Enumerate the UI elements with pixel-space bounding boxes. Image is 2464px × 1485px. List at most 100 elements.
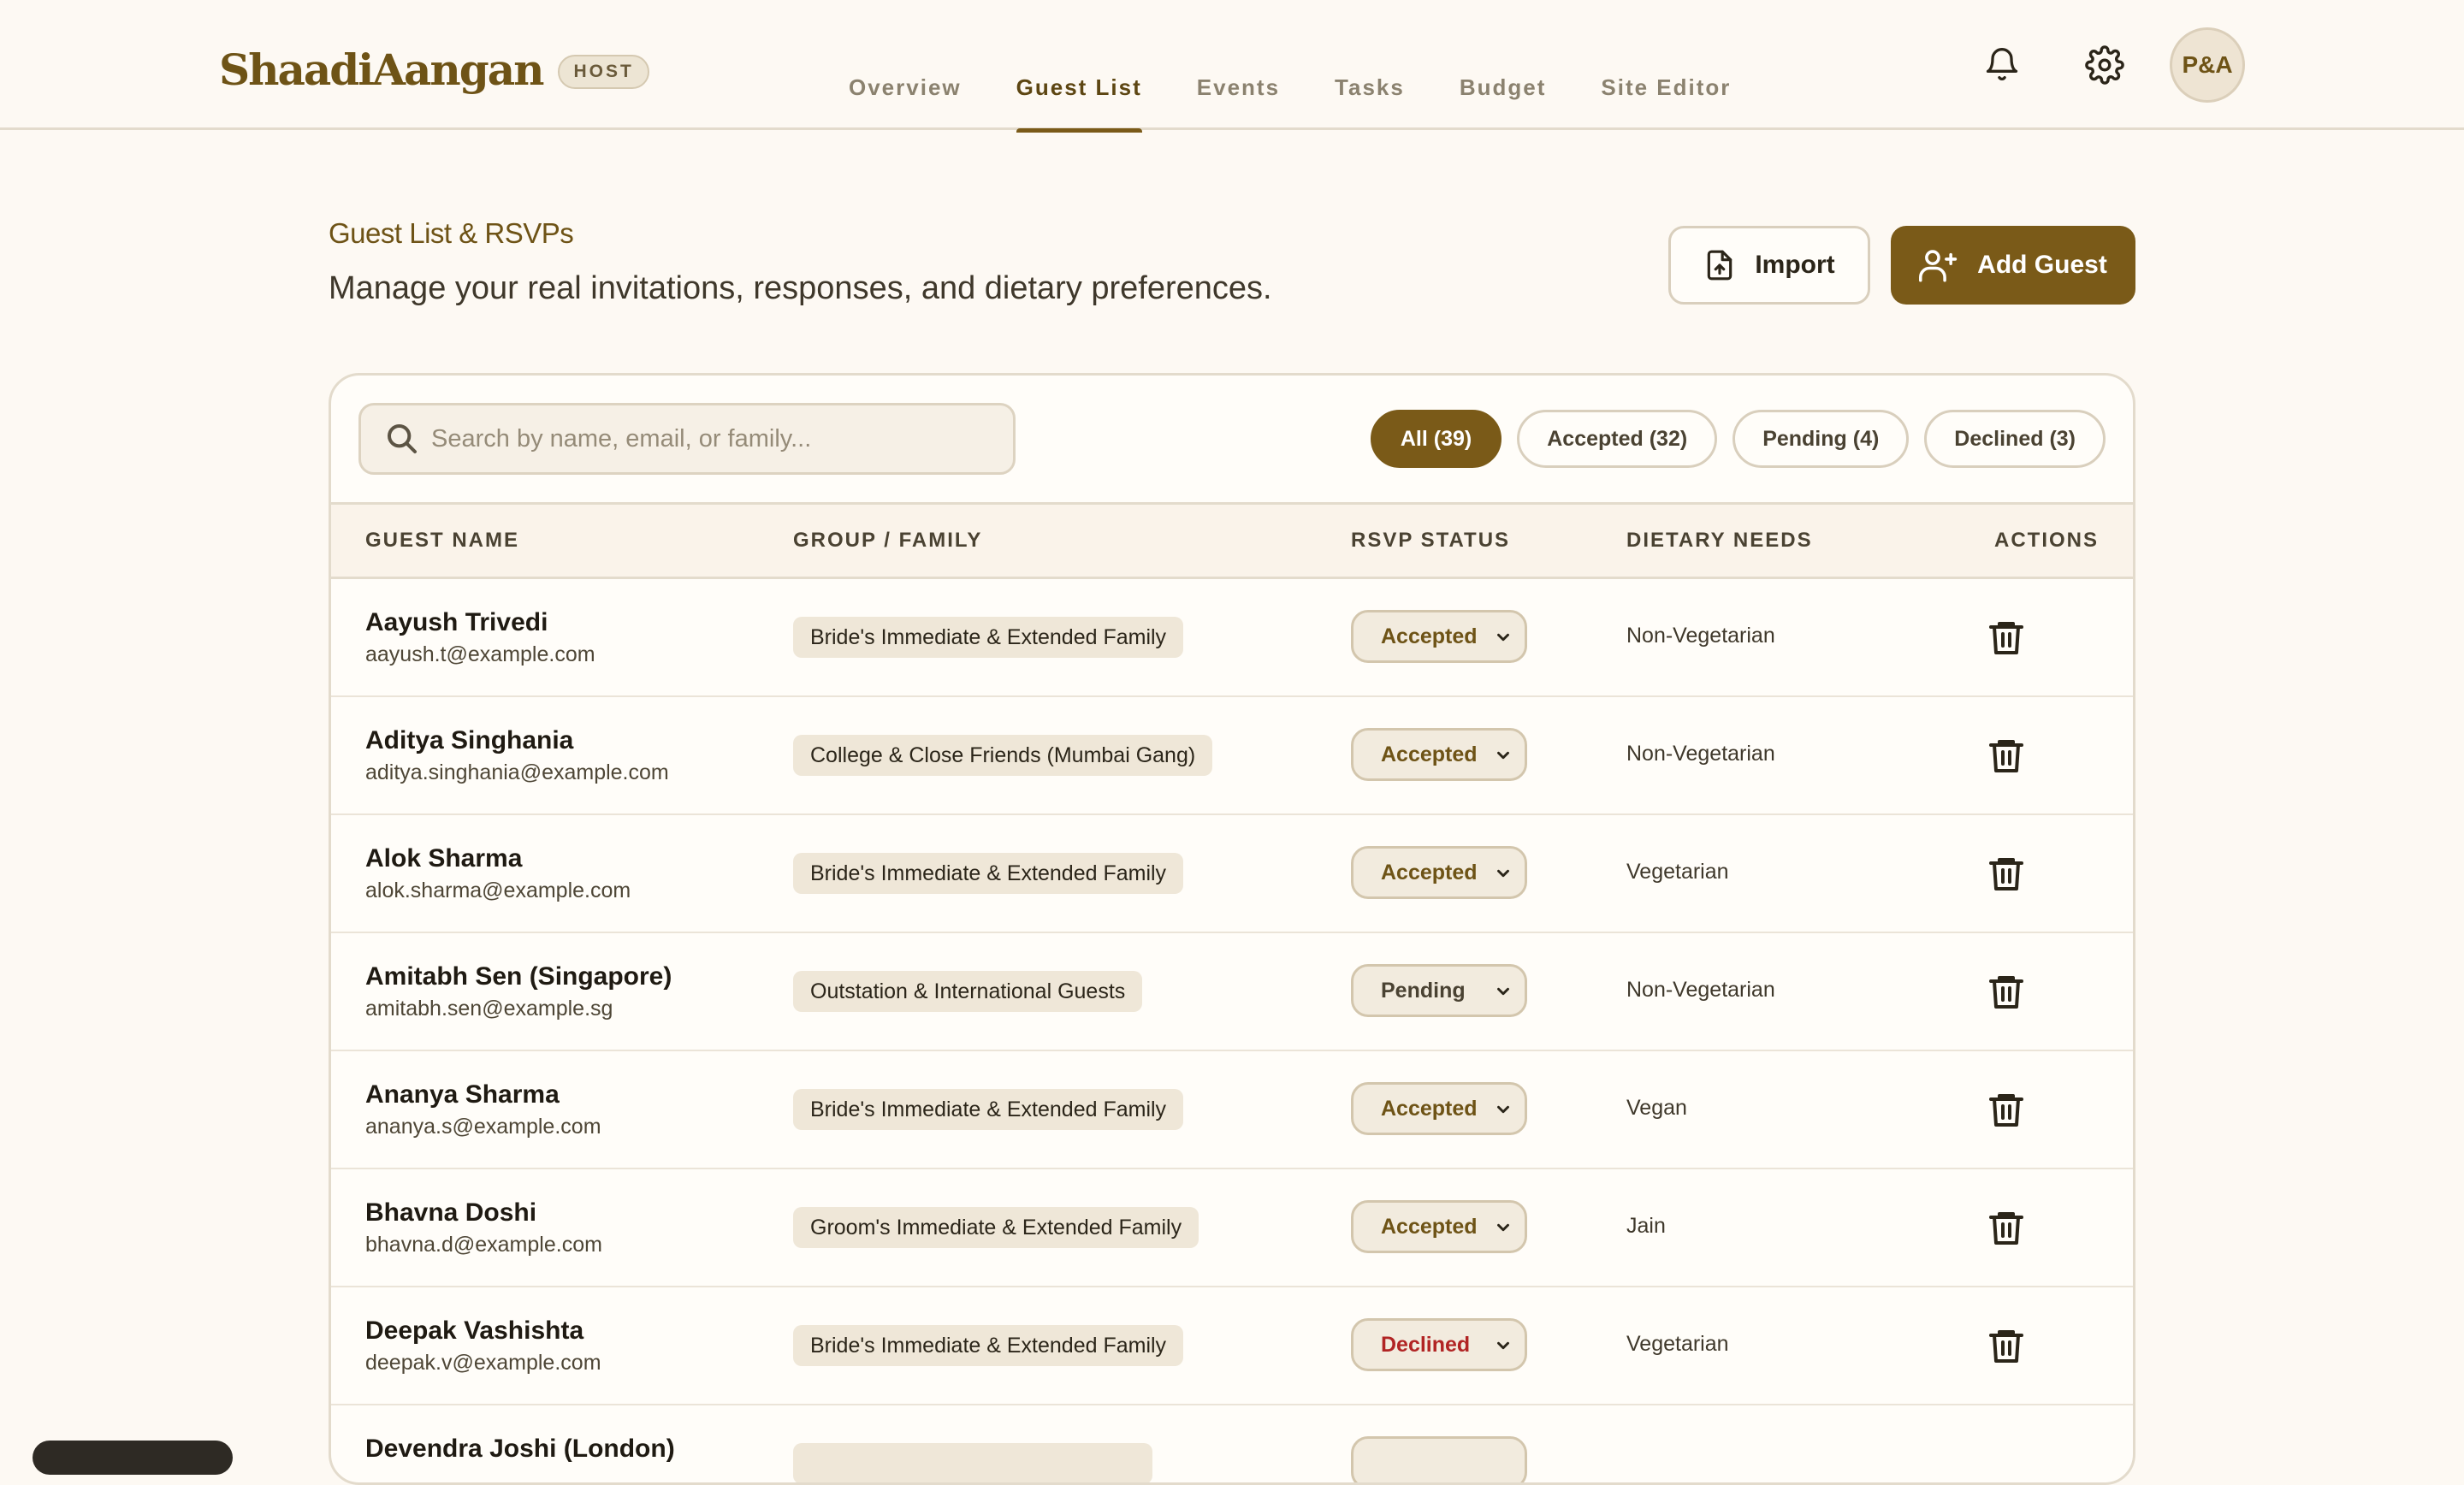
page-subtitle: Manage your real invitations, responses,… [329, 270, 1272, 306]
guest-email: bhavna.d@example.com [365, 1233, 602, 1257]
dietary-needs: Non-Vegetarian [1626, 978, 1775, 1002]
header-actions: P&A [1937, 27, 2245, 103]
guest-name: Aditya Singhania [365, 726, 574, 754]
column-actions: ACTIONS [1994, 529, 2099, 552]
rsvp-select[interactable]: Accepted [1351, 1082, 1527, 1135]
group-tag: Bride's Immediate & Extended Family [793, 1089, 1184, 1130]
group-tag [793, 1443, 1152, 1482]
column-rsvp-status[interactable]: RSVP STATUS [1351, 505, 1510, 577]
delete-guest-button[interactable] [1986, 1089, 2027, 1130]
search-icon [388, 424, 417, 453]
rsvp-select[interactable]: Accepted [1351, 846, 1527, 899]
guest-name: Alok Sharma [365, 844, 523, 873]
delete-guest-button[interactable] [1986, 1207, 2027, 1248]
trash-icon [1989, 1094, 2023, 1127]
table-row: Ananya Sharma ananya.s@example.com Bride… [331, 1051, 2133, 1169]
delete-guest-button[interactable] [1986, 735, 2027, 776]
trash-icon [1989, 858, 2023, 890]
guest-name: Deepak Vashishta [365, 1316, 584, 1345]
group-tag: Bride's Immediate & Extended Family [793, 1325, 1184, 1366]
rsvp-select-value: Accepted [1381, 1214, 1478, 1239]
guest-list-card: All (39) Accepted (32) Pending (4) Decli… [329, 373, 2135, 1485]
guest-email: aayush.t@example.com [365, 642, 595, 666]
rsvp-select-value: Accepted [1381, 1096, 1478, 1121]
notifications-button[interactable] [1964, 27, 2040, 103]
add-guest-button-label: Add Guest [1977, 251, 2107, 279]
group-tag: Bride's Immediate & Extended Family [793, 617, 1184, 658]
brand-logo-text: ShaadiAangan [219, 44, 544, 95]
trash-icon [1989, 1212, 2023, 1245]
page-title: Guest List & RSVPs [329, 217, 574, 249]
tab-budget[interactable]: Budget [1432, 0, 1574, 130]
filter-pending[interactable]: Pending (4) [1732, 410, 1910, 468]
rsvp-select[interactable]: Accepted [1351, 1200, 1527, 1253]
dietary-needs: Vegetarian [1626, 1332, 1729, 1356]
guest-email: deepak.v@example.com [365, 1351, 601, 1375]
delete-guest-button[interactable] [1986, 853, 2027, 894]
tab-tasks[interactable]: Tasks [1307, 0, 1432, 130]
dietary-needs: Non-Vegetarian [1626, 742, 1775, 766]
guest-name: Ananya Sharma [365, 1080, 560, 1109]
guest-email: alok.sharma@example.com [365, 879, 631, 902]
table-header: GUEST NAME GROUP / FAMILY RSVP STATUS DI… [331, 502, 2133, 579]
rsvp-select-value: Accepted [1381, 624, 1478, 648]
column-group-family[interactable]: GROUP / FAMILY [793, 505, 982, 577]
tab-overview[interactable]: Overview [821, 0, 989, 130]
tab-events[interactable]: Events [1170, 0, 1307, 130]
trash-icon [1989, 1330, 2023, 1363]
filter-all[interactable]: All (39) [1370, 410, 1502, 468]
import-button-label: Import [1755, 251, 1835, 279]
tab-guest-list[interactable]: Guest List [989, 0, 1170, 133]
filter-accepted[interactable]: Accepted (32) [1517, 410, 1718, 468]
main-nav: Overview Guest List Events Tasks Budget … [821, 0, 1758, 133]
rsvp-select[interactable]: Declined [1351, 1318, 1527, 1371]
table-row: Aayush Trivedi aayush.t@example.com Brid… [331, 579, 2133, 697]
search-box[interactable] [358, 403, 1016, 475]
brand[interactable]: ShaadiAangan HOST [219, 44, 649, 95]
guest-email: amitabh.sen@example.sg [365, 997, 613, 1021]
top-navigation-bar: ShaadiAangan HOST Overview Guest List Ev… [0, 0, 2464, 133]
rsvp-select[interactable] [1351, 1436, 1527, 1482]
trash-icon [1989, 740, 2023, 772]
table-row: Deepak Vashishta deepak.v@example.com Br… [331, 1287, 2133, 1405]
gear-icon [2085, 45, 2124, 85]
floating-widget[interactable] [33, 1441, 233, 1475]
chevron-down-icon [1497, 633, 1509, 642]
rsvp-select[interactable]: Pending [1351, 964, 1527, 1017]
bell-icon [1986, 48, 2018, 80]
rsvp-select[interactable]: Accepted [1351, 610, 1527, 663]
search-input[interactable] [431, 424, 996, 453]
table-row: Devendra Joshi (London) [331, 1405, 2133, 1482]
delete-guest-button[interactable] [1986, 617, 2027, 658]
user-plus-icon [1919, 250, 1958, 282]
chevron-down-icon [1497, 1341, 1509, 1350]
column-dietary-needs[interactable]: DIETARY NEEDS [1626, 505, 1813, 577]
group-tag: College & Close Friends (Mumbai Gang) [793, 735, 1213, 776]
table-row: Aditya Singhania aditya.singhania@exampl… [331, 697, 2133, 815]
group-tag: Outstation & International Guests [793, 971, 1143, 1012]
import-button[interactable]: Import [1668, 226, 1870, 305]
chevron-down-icon [1497, 1223, 1509, 1232]
delete-guest-button[interactable] [1986, 971, 2027, 1012]
host-role-badge: HOST [558, 54, 649, 89]
chevron-down-icon [1497, 869, 1509, 878]
rsvp-select-value: Accepted [1381, 742, 1478, 766]
rsvp-filter-group: All (39) Accepted (32) Pending (4) Decli… [1355, 410, 2106, 468]
guest-name: Bhavna Doshi [365, 1198, 537, 1227]
add-guest-button[interactable]: Add Guest [1891, 226, 2135, 305]
user-avatar[interactable]: P&A [2170, 27, 2245, 103]
rsvp-select-value: Declined [1381, 1332, 1471, 1357]
settings-button[interactable] [2067, 27, 2142, 103]
filter-declined[interactable]: Declined (3) [1924, 410, 2106, 468]
chevron-down-icon [1497, 751, 1509, 760]
table-row: Amitabh Sen (Singapore) amitabh.sen@exam… [331, 933, 2133, 1051]
dietary-needs: Vegan [1626, 1096, 1687, 1120]
column-guest-name[interactable]: GUEST NAME [365, 505, 519, 577]
tab-site-editor[interactable]: Site Editor [1573, 0, 1758, 130]
dietary-needs: Jain [1626, 1214, 1666, 1238]
dietary-needs: Vegetarian [1626, 860, 1729, 884]
rsvp-select[interactable]: Accepted [1351, 728, 1527, 781]
delete-guest-button[interactable] [1986, 1325, 2027, 1366]
guest-name: Aayush Trivedi [365, 608, 548, 636]
trash-icon [1989, 622, 2023, 654]
